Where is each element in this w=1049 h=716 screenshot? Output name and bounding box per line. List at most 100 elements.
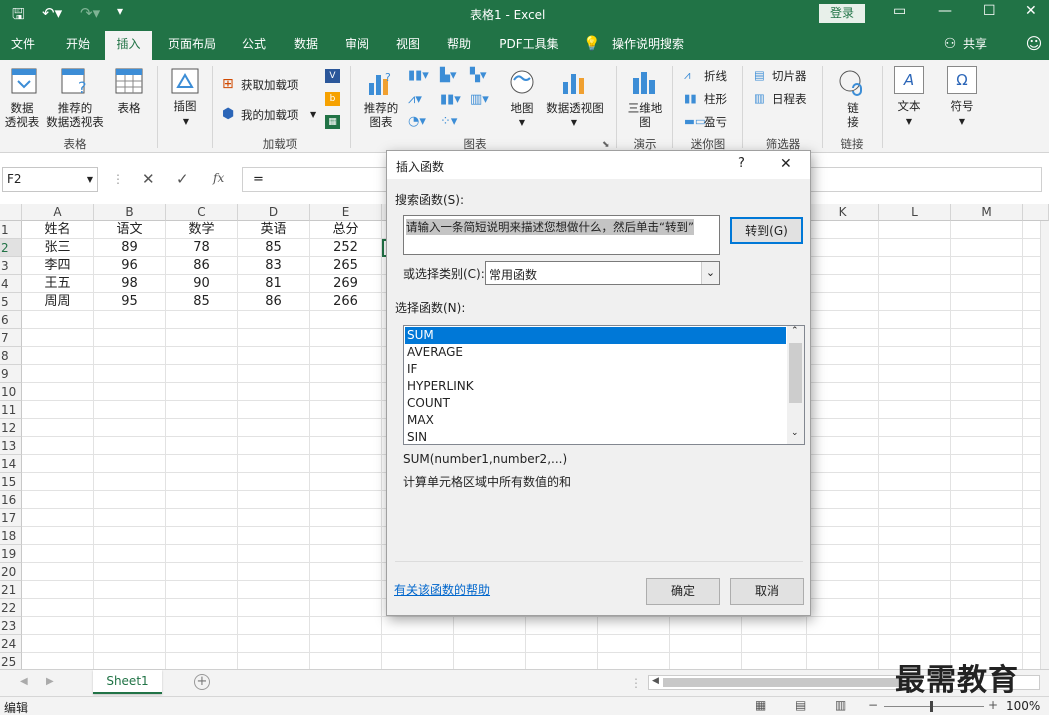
grid-cell[interactable] <box>879 635 951 653</box>
grid-cell[interactable] <box>238 509 310 527</box>
grid-cell[interactable] <box>238 419 310 437</box>
qat-customize-icon[interactable]: ▾ <box>117 4 123 18</box>
grid-cell[interactable] <box>22 581 94 599</box>
grid-cell[interactable] <box>879 383 951 401</box>
grid-cell[interactable] <box>166 383 238 401</box>
grid-cell[interactable] <box>951 239 1023 257</box>
cancel-formula-icon[interactable]: ✕ <box>142 170 155 188</box>
grid-cell[interactable] <box>1023 311 1041 329</box>
grid-cell[interactable] <box>22 473 94 491</box>
grid-cell[interactable] <box>807 437 879 455</box>
grid-cell[interactable] <box>310 563 382 581</box>
grid-cell[interactable] <box>951 599 1023 617</box>
grid-cell[interactable] <box>1023 383 1041 401</box>
grid-cell[interactable] <box>238 311 310 329</box>
pivot-chart-button[interactable]: 数据透视图 <box>542 101 608 115</box>
grid-cell[interactable] <box>807 329 879 347</box>
data-cell[interactable]: 周周 <box>22 293 94 311</box>
grid-cell[interactable] <box>879 473 951 491</box>
list-item[interactable]: SUM <box>405 327 786 344</box>
grid-cell[interactable] <box>310 401 382 419</box>
data-cell[interactable]: 数学 <box>166 221 238 239</box>
normal-view-icon[interactable]: ▦ <box>755 698 766 712</box>
grid-cell[interactable] <box>807 509 879 527</box>
slicer-button[interactable]: 切片器 <box>772 68 807 84</box>
scroll-left-icon[interactable]: ◀ <box>652 676 659 686</box>
grid-cell[interactable] <box>166 347 238 365</box>
grid-cell[interactable] <box>1023 473 1041 491</box>
grid-cell[interactable] <box>1023 401 1041 419</box>
grid-cell[interactable] <box>879 599 951 617</box>
grid-cell[interactable] <box>951 473 1023 491</box>
grid-cell[interactable] <box>951 437 1023 455</box>
sparkline-column-button[interactable]: 柱形 <box>704 91 727 107</box>
data-cell[interactable]: 78 <box>166 239 238 257</box>
grid-cell[interactable] <box>1023 293 1041 311</box>
grid-cell[interactable] <box>951 401 1023 419</box>
grid-cell[interactable] <box>238 329 310 347</box>
function-list[interactable]: SUM AVERAGE IF HYPERLINK COUNT MAX SIN ⌃… <box>403 325 805 445</box>
grid-cell[interactable] <box>94 635 166 653</box>
zoom-slider-thumb[interactable] <box>930 701 933 712</box>
grid-cell[interactable] <box>879 491 951 509</box>
grid-cell[interactable] <box>526 635 598 653</box>
grid-cell[interactable] <box>951 293 1023 311</box>
grid-cell[interactable] <box>310 491 382 509</box>
row-header[interactable]: 5 <box>0 293 22 311</box>
grid-cell[interactable] <box>22 437 94 455</box>
grid-cell[interactable] <box>879 239 951 257</box>
grid-cell[interactable] <box>951 275 1023 293</box>
grid-cell[interactable] <box>310 455 382 473</box>
grid-cell[interactable] <box>879 275 951 293</box>
scroll-down-icon[interactable]: ⌄ <box>791 428 799 438</box>
grid-cell[interactable] <box>670 635 742 653</box>
data-cell[interactable]: 语文 <box>94 221 166 239</box>
grid-cell[interactable] <box>807 365 879 383</box>
smiley-icon[interactable]: ☺ <box>1022 28 1046 60</box>
tab-insert[interactable]: 插入 <box>105 31 152 60</box>
redo-icon[interactable]: ↷▾ <box>80 4 100 22</box>
grid-cell[interactable] <box>951 329 1023 347</box>
grid-cell[interactable] <box>238 491 310 509</box>
grid-cell[interactable] <box>951 455 1023 473</box>
grid-cell[interactable] <box>166 455 238 473</box>
tab-splitter-icon[interactable]: ⋮ <box>630 676 642 690</box>
data-cell[interactable]: 265 <box>310 257 382 275</box>
data-cell[interactable]: 90 <box>166 275 238 293</box>
prev-sheet-icon[interactable]: ◀ <box>20 676 28 687</box>
grid-cell[interactable] <box>238 563 310 581</box>
data-cell[interactable]: 85 <box>166 293 238 311</box>
grid-cell[interactable] <box>166 329 238 347</box>
row-header[interactable]: 1 <box>0 221 22 239</box>
grid-cell[interactable] <box>166 509 238 527</box>
ok-button[interactable]: 确定 <box>646 578 720 605</box>
grid-cell[interactable] <box>879 293 951 311</box>
column-header[interactable]: A <box>22 204 94 221</box>
grid-cell[interactable] <box>879 437 951 455</box>
grid-cell[interactable] <box>807 635 879 653</box>
bing-icon[interactable]: b <box>325 92 340 106</box>
data-cell[interactable]: 张三 <box>22 239 94 257</box>
data-cell[interactable]: 269 <box>310 275 382 293</box>
data-cell[interactable]: 王五 <box>22 275 94 293</box>
line-chart-icon[interactable]: ⩘▾ <box>408 92 422 107</box>
enter-formula-icon[interactable]: ✓ <box>176 170 189 188</box>
grid-cell[interactable] <box>598 635 670 653</box>
data-cell[interactable]: 266 <box>310 293 382 311</box>
zoom-in-icon[interactable]: + <box>988 698 998 712</box>
list-scrollbar-thumb[interactable] <box>789 343 802 403</box>
grid-cell[interactable] <box>807 617 879 635</box>
grid-cell[interactable] <box>166 311 238 329</box>
grid-cell[interactable] <box>22 419 94 437</box>
tab-formulas[interactable]: 公式 <box>234 28 274 60</box>
grid-cell[interactable] <box>166 563 238 581</box>
column-header[interactable]: D <box>238 204 310 221</box>
grid-cell[interactable] <box>382 617 454 635</box>
grid-cell[interactable] <box>22 311 94 329</box>
grid-cell[interactable] <box>807 293 879 311</box>
share-button[interactable]: 共享 <box>960 28 990 60</box>
grid-cell[interactable] <box>166 491 238 509</box>
grid-cell[interactable] <box>807 599 879 617</box>
grid-cell[interactable] <box>879 455 951 473</box>
grid-cell[interactable] <box>1023 329 1041 347</box>
